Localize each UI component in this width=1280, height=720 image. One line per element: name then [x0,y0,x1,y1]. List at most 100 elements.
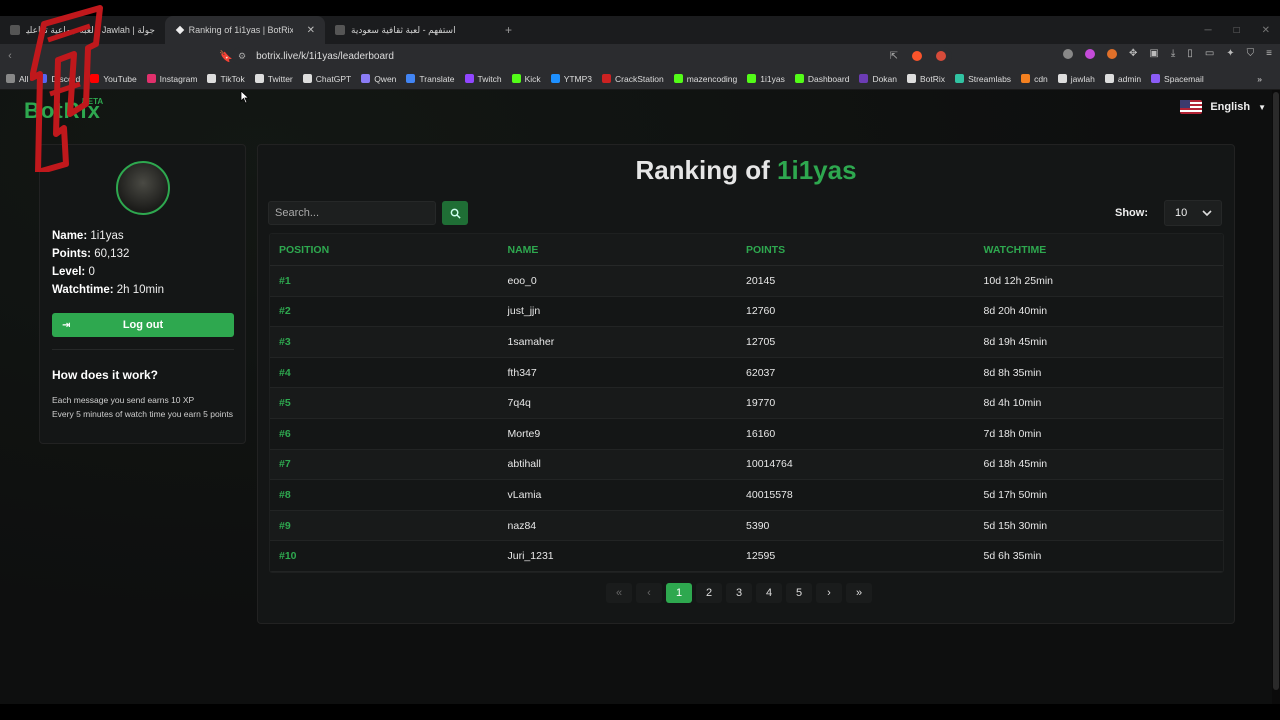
search-icon [450,208,461,219]
column-header-watchtime[interactable]: WATCHTIME [984,244,1223,256]
tab-label: جولة | Jawlah - لعبة جماعية تفاعلية [25,24,155,35]
table-row: #9 naz84 5390 5d 15h 30min [270,510,1223,542]
bookmark-item[interactable]: Twitter [254,73,293,84]
bookmark-item[interactable]: Instagram [146,73,198,84]
page-title: Ranking of 1i1yas [258,155,1234,186]
back-icon[interactable]: ‹ [0,50,20,62]
address-bar[interactable]: ⚙ botrix.live/k/1i1yas/leaderboard ⇱ [232,47,952,65]
column-header-name[interactable]: NAME [508,244,747,256]
bookmark-label: YTMP3 [563,73,593,84]
logout-button[interactable]: ⇥ Log out [52,313,234,337]
site-settings-icon[interactable]: ⚙ [238,51,246,62]
bookmark-item[interactable]: Kick [511,74,541,84]
cell-name[interactable]: 7q4q [508,397,747,409]
profile-points: 60,132 [94,248,130,260]
table-row: #6 Morte9 16160 7d 18h 0min [270,418,1223,450]
tab-estafhem[interactable]: استفهم - لعبة ثقافية سعودية [325,16,495,44]
close-window-icon[interactable]: ✕ [1262,25,1270,36]
cell-name[interactable]: eoo_0 [508,275,747,287]
wallet-icon[interactable]: ▭ [1205,48,1214,59]
vpn-icon[interactable]: ⛉ [1247,48,1255,59]
page-button[interactable]: 3 [726,583,752,603]
bookmark-favicon-icon [673,74,683,83]
page-button[interactable]: 2 [696,583,722,603]
close-tab-icon[interactable]: ✕ [307,25,315,36]
bookmark-item[interactable]: All [6,74,28,84]
botrix-page: BotRix BETA English ▼ Name: 1i1yas Point… [0,90,1280,704]
cell-name[interactable]: abtihall [508,458,747,470]
bookmark-item[interactable]: admin [1104,73,1142,84]
bookmark-favicon-icon [1021,74,1031,83]
bookmark-item[interactable]: BotRix [907,74,945,84]
language-label: English [1210,101,1251,113]
column-header-points[interactable]: POINTS [746,244,984,256]
bookmark-item[interactable]: Dokan [859,74,897,84]
brave-shield-icon[interactable] [912,51,922,61]
cell-name[interactable]: Morte9 [508,428,747,440]
download-icon[interactable]: ⤓ [1171,48,1175,59]
cell-position: #2 [279,305,291,318]
tab-jawlah[interactable]: جولة | Jawlah - لعبة جماعية تفاعلية [0,16,165,44]
bookmark-item[interactable]: cdn [1021,74,1048,84]
brave-rewards-icon[interactable] [936,51,946,61]
show-count-select[interactable]: 10 [1164,200,1222,226]
page-button[interactable]: 4 [756,583,782,603]
maximize-icon[interactable]: □ [1234,25,1240,36]
previous-page-button[interactable]: ‹ [636,583,662,603]
bookmark-label: Qwen [374,73,397,84]
search-input[interactable] [268,201,436,225]
bookmark-label: Twitter [267,73,293,84]
cell-name[interactable]: fth347 [508,367,747,379]
last-page-button[interactable]: » [846,583,872,603]
next-page-button[interactable]: › [816,583,842,603]
menu-icon[interactable]: ≡ [1266,48,1272,59]
tab-botrix-ranking[interactable]: Ranking of 1i1yas | BotRix — Cl... ✕ [165,16,325,44]
bookmark-item[interactable]: CrackStation [602,74,664,84]
bookmark-item[interactable]: jawlah [1057,74,1095,84]
cell-name[interactable]: vLamia [508,489,747,501]
show-label: Show: [1115,207,1148,219]
minimize-icon[interactable]: ─ [1204,25,1211,36]
cell-name[interactable]: just_jjn [508,305,747,317]
search-button[interactable] [442,201,468,225]
bookmark-label: ChatGPT [315,73,352,84]
language-selector[interactable]: English ▼ [1180,100,1266,114]
bookmark-label: Instagram [159,73,198,84]
bookmark-item[interactable]: Spacemail [1151,74,1204,84]
share-icon[interactable]: ⇱ [890,51,898,62]
column-header-position[interactable]: POSITION [270,244,508,256]
extension-icon[interactable] [1085,48,1096,59]
first-page-button[interactable]: « [606,583,632,603]
bookmark-item[interactable]: Twitch [464,74,502,84]
cell-name[interactable]: naz84 [508,520,747,532]
page-button[interactable]: 5 [786,583,812,603]
bookmark-label: admin [1117,73,1142,84]
bookmark-item[interactable]: mazencoding [673,74,737,84]
sidebar-icon[interactable]: ▯ [1187,48,1193,59]
page-scrollbar[interactable] [1272,90,1280,704]
bookmark-item[interactable]: Streamlabs [955,74,1011,84]
bookmark-item[interactable]: TikTok [207,74,245,84]
bookmark-item[interactable]: Translate [406,74,455,84]
new-tab-button[interactable]: + [505,23,512,37]
more-bookmarks-button[interactable]: » [1257,74,1280,84]
page-button[interactable]: 1 [666,583,692,603]
bookmark-item[interactable]: Dashboard [794,74,849,84]
tab-label: استفهم - لعبة ثقافية سعودية [351,24,456,35]
bookmark-item[interactable]: ChatGPT [302,73,352,84]
bookmark-item[interactable]: Discord [38,74,80,84]
cell-name[interactable]: Juri_1231 [508,550,747,562]
pagination: «‹ 1 2 3 4 5 ›» [606,583,872,603]
extension-icon[interactable] [1063,48,1074,59]
watchtime-label: Watchtime: [52,284,114,296]
bookmark-favicon-icon [747,74,757,83]
bookmark-item[interactable]: 1i1yas [747,74,785,84]
bookmark-item[interactable]: Qwen [361,74,396,84]
cell-name[interactable]: 1samaher [508,336,747,348]
screenshot-icon[interactable]: ▣ [1149,48,1158,59]
extensions-puzzle-icon[interactable]: ✥ [1129,48,1137,59]
bookmark-item[interactable]: YouTube [90,74,137,84]
leo-icon[interactable]: ✦ [1226,48,1234,59]
extension-icon[interactable] [1107,48,1118,59]
bookmark-item[interactable]: YTMP3 [550,73,593,84]
